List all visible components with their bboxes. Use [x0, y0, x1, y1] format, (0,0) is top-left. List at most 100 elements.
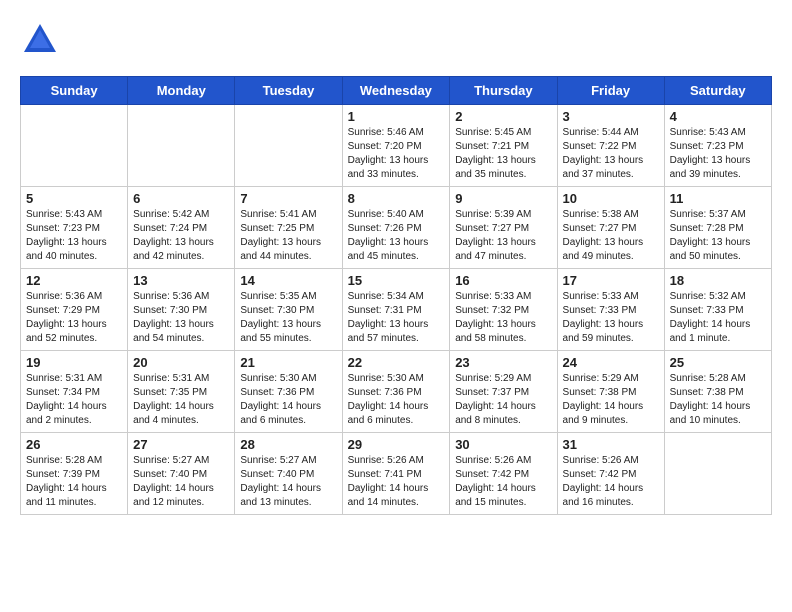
day-cell-17: 17 Sunrise: 5:33 AM Sunset: 7:33 PM Dayli…	[557, 269, 664, 351]
day-cell-30: 30 Sunrise: 5:26 AM Sunset: 7:42 PM Dayli…	[450, 433, 557, 515]
day-cell-14: 14 Sunrise: 5:35 AM Sunset: 7:30 PM Dayli…	[235, 269, 342, 351]
day-number: 16	[455, 273, 551, 288]
day-cell-16: 16 Sunrise: 5:33 AM Sunset: 7:32 PM Dayli…	[450, 269, 557, 351]
day-info: Sunrise: 5:27 AM Sunset: 7:40 PM Dayligh…	[240, 454, 336, 510]
day-number: 25	[670, 355, 766, 370]
day-number: 9	[455, 191, 551, 206]
day-info: Sunrise: 5:31 AM Sunset: 7:35 PM Dayligh…	[133, 372, 229, 428]
day-cell-13: 13 Sunrise: 5:36 AM Sunset: 7:30 PM Dayli…	[128, 269, 235, 351]
weekday-header-thursday: Thursday	[450, 77, 557, 105]
empty-cell	[21, 105, 128, 187]
day-info: Sunrise: 5:27 AM Sunset: 7:40 PM Dayligh…	[133, 454, 229, 510]
day-number: 27	[133, 437, 229, 452]
day-number: 3	[563, 109, 659, 124]
day-number: 7	[240, 191, 336, 206]
weekday-header-friday: Friday	[557, 77, 664, 105]
day-cell-18: 18 Sunrise: 5:32 AM Sunset: 7:33 PM Dayli…	[664, 269, 771, 351]
week-row-1: 1 Sunrise: 5:46 AM Sunset: 7:20 PM Daylig…	[21, 105, 772, 187]
day-cell-8: 8Sunrise: 5:40 AM Sunset: 7:26 PM Daylig…	[342, 187, 450, 269]
day-cell-29: 29 Sunrise: 5:26 AM Sunset: 7:41 PM Dayli…	[342, 433, 450, 515]
day-number: 22	[348, 355, 445, 370]
day-info: Sunrise: 5:45 AM Sunset: 7:21 PM Dayligh…	[455, 126, 551, 182]
day-cell-12: 12Sunrise: 5:36 AM Sunset: 7:29 PM Dayli…	[21, 269, 128, 351]
day-number: 11	[670, 191, 766, 206]
day-info: Sunrise: 5:28 AM Sunset: 7:38 PM Dayligh…	[670, 372, 766, 428]
day-cell-26: 26Sunrise: 5:28 AM Sunset: 7:39 PM Dayli…	[21, 433, 128, 515]
day-info: Sunrise: 5:26 AM Sunset: 7:42 PM Dayligh…	[455, 454, 551, 510]
empty-cell	[128, 105, 235, 187]
day-cell-11: 11 Sunrise: 5:37 AM Sunset: 7:28 PM Dayli…	[664, 187, 771, 269]
day-info: Sunrise: 5:44 AM Sunset: 7:22 PM Dayligh…	[563, 126, 659, 182]
day-info: Sunrise: 5:31 AM Sunset: 7:34 PM Dayligh…	[26, 372, 122, 428]
day-cell-20: 20 Sunrise: 5:31 AM Sunset: 7:35 PM Dayli…	[128, 351, 235, 433]
day-cell-23: 23Sunrise: 5:29 AM Sunset: 7:37 PM Dayli…	[450, 351, 557, 433]
day-info: Sunrise: 5:37 AM Sunset: 7:28 PM Dayligh…	[670, 208, 766, 264]
day-number: 6	[133, 191, 229, 206]
day-number: 4	[670, 109, 766, 124]
weekday-header-sunday: Sunday	[21, 77, 128, 105]
day-number: 30	[455, 437, 551, 452]
weekday-header-wednesday: Wednesday	[342, 77, 450, 105]
weekday-header-monday: Monday	[128, 77, 235, 105]
day-info: Sunrise: 5:33 AM Sunset: 7:32 PM Dayligh…	[455, 290, 551, 346]
day-info: Sunrise: 5:30 AM Sunset: 7:36 PM Dayligh…	[348, 372, 445, 428]
day-info: Sunrise: 5:42 AM Sunset: 7:24 PM Dayligh…	[133, 208, 229, 264]
day-cell-27: 27 Sunrise: 5:27 AM Sunset: 7:40 PM Dayli…	[128, 433, 235, 515]
day-info: Sunrise: 5:43 AM Sunset: 7:23 PM Dayligh…	[26, 208, 122, 264]
day-info: Sunrise: 5:36 AM Sunset: 7:30 PM Dayligh…	[133, 290, 229, 346]
day-number: 1	[348, 109, 445, 124]
day-info: Sunrise: 5:46 AM Sunset: 7:20 PM Dayligh…	[348, 126, 445, 182]
day-number: 20	[133, 355, 229, 370]
empty-cell	[664, 433, 771, 515]
day-cell-31: 31 Sunrise: 5:26 AM Sunset: 7:42 PM Dayli…	[557, 433, 664, 515]
day-info: Sunrise: 5:30 AM Sunset: 7:36 PM Dayligh…	[240, 372, 336, 428]
day-cell-24: 24 Sunrise: 5:29 AM Sunset: 7:38 PM Dayli…	[557, 351, 664, 433]
day-number: 14	[240, 273, 336, 288]
day-number: 10	[563, 191, 659, 206]
day-number: 19	[26, 355, 122, 370]
day-info: Sunrise: 5:29 AM Sunset: 7:38 PM Dayligh…	[563, 372, 659, 428]
day-info: Sunrise: 5:36 AM Sunset: 7:29 PM Dayligh…	[26, 290, 122, 346]
day-info: Sunrise: 5:26 AM Sunset: 7:41 PM Dayligh…	[348, 454, 445, 510]
calendar: SundayMondayTuesdayWednesdayThursdayFrid…	[20, 76, 772, 515]
day-number: 8	[348, 191, 445, 206]
day-cell-22: 22 Sunrise: 5:30 AM Sunset: 7:36 PM Dayli…	[342, 351, 450, 433]
empty-cell	[235, 105, 342, 187]
day-number: 15	[348, 273, 445, 288]
logo-icon	[20, 20, 60, 60]
day-number: 29	[348, 437, 445, 452]
day-number: 24	[563, 355, 659, 370]
day-number: 23	[455, 355, 551, 370]
day-info: Sunrise: 5:33 AM Sunset: 7:33 PM Dayligh…	[563, 290, 659, 346]
day-cell-25: 25 Sunrise: 5:28 AM Sunset: 7:38 PM Dayli…	[664, 351, 771, 433]
day-number: 28	[240, 437, 336, 452]
weekday-header-row: SundayMondayTuesdayWednesdayThursdayFrid…	[21, 77, 772, 105]
day-cell-2: 2Sunrise: 5:45 AM Sunset: 7:21 PM Daylig…	[450, 105, 557, 187]
day-info: Sunrise: 5:32 AM Sunset: 7:33 PM Dayligh…	[670, 290, 766, 346]
day-number: 21	[240, 355, 336, 370]
day-cell-21: 21 Sunrise: 5:30 AM Sunset: 7:36 PM Dayli…	[235, 351, 342, 433]
weekday-header-saturday: Saturday	[664, 77, 771, 105]
day-info: Sunrise: 5:35 AM Sunset: 7:30 PM Dayligh…	[240, 290, 336, 346]
week-row-5: 26Sunrise: 5:28 AM Sunset: 7:39 PM Dayli…	[21, 433, 772, 515]
logo	[20, 20, 66, 60]
day-number: 5	[26, 191, 122, 206]
week-row-4: 19 Sunrise: 5:31 AM Sunset: 7:34 PM Dayli…	[21, 351, 772, 433]
day-cell-4: 4Sunrise: 5:43 AM Sunset: 7:23 PM Daylig…	[664, 105, 771, 187]
day-number: 13	[133, 273, 229, 288]
day-info: Sunrise: 5:26 AM Sunset: 7:42 PM Dayligh…	[563, 454, 659, 510]
day-number: 17	[563, 273, 659, 288]
day-number: 18	[670, 273, 766, 288]
day-info: Sunrise: 5:39 AM Sunset: 7:27 PM Dayligh…	[455, 208, 551, 264]
day-cell-6: 6 Sunrise: 5:42 AM Sunset: 7:24 PM Daylig…	[128, 187, 235, 269]
day-cell-10: 10 Sunrise: 5:38 AM Sunset: 7:27 PM Dayli…	[557, 187, 664, 269]
page-header	[20, 20, 772, 60]
weekday-header-tuesday: Tuesday	[235, 77, 342, 105]
day-cell-5: 5 Sunrise: 5:43 AM Sunset: 7:23 PM Daylig…	[21, 187, 128, 269]
week-row-3: 12Sunrise: 5:36 AM Sunset: 7:29 PM Dayli…	[21, 269, 772, 351]
day-cell-3: 3 Sunrise: 5:44 AM Sunset: 7:22 PM Daylig…	[557, 105, 664, 187]
day-info: Sunrise: 5:28 AM Sunset: 7:39 PM Dayligh…	[26, 454, 122, 510]
day-number: 31	[563, 437, 659, 452]
day-info: Sunrise: 5:41 AM Sunset: 7:25 PM Dayligh…	[240, 208, 336, 264]
day-info: Sunrise: 5:38 AM Sunset: 7:27 PM Dayligh…	[563, 208, 659, 264]
